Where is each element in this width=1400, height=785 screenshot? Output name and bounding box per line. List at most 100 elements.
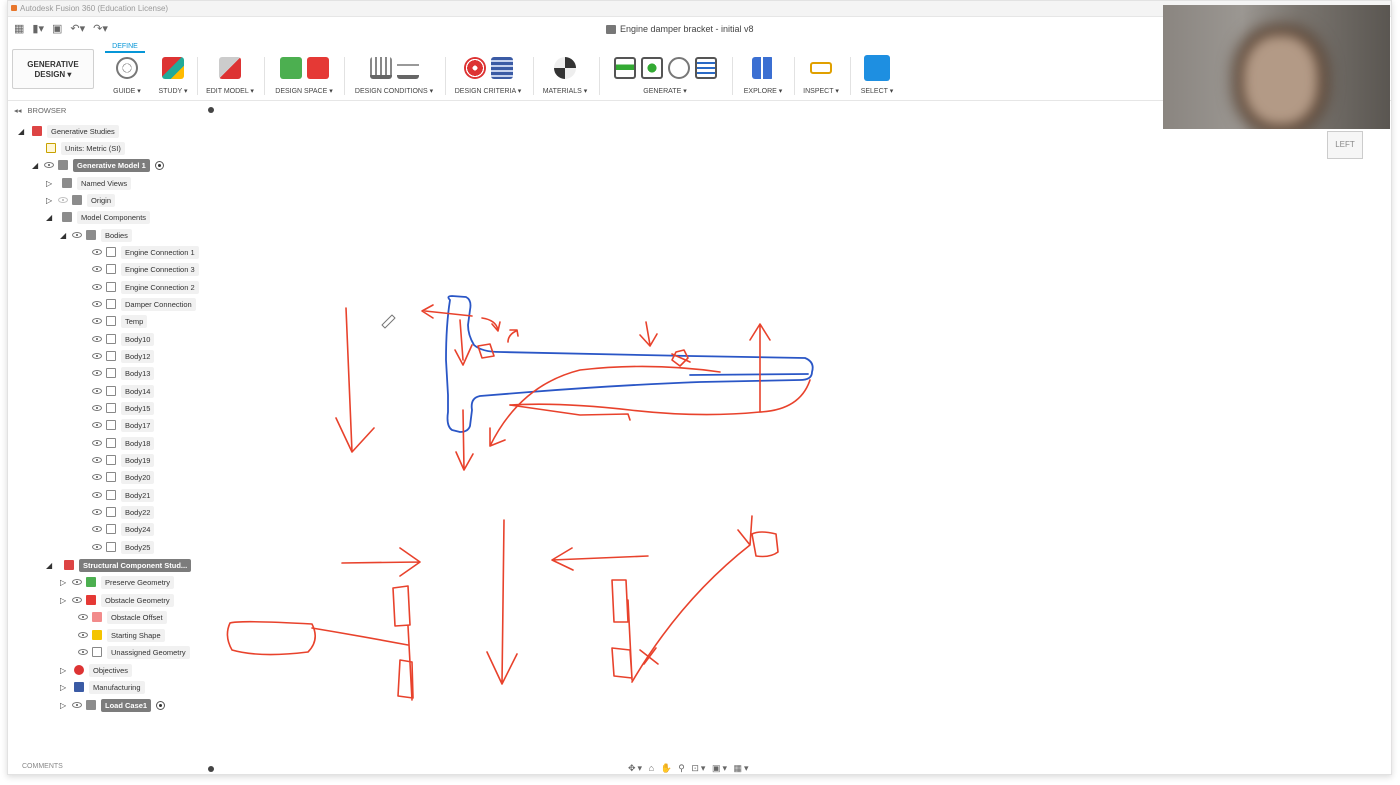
preserve-geometry-icon[interactable] [279, 57, 302, 79]
visibility-eye-icon[interactable] [92, 301, 102, 307]
visibility-eye-icon[interactable] [92, 544, 102, 550]
comments-pin-icon[interactable] [208, 766, 214, 772]
visibility-eye-icon[interactable] [92, 336, 102, 342]
look-at-icon[interactable]: ⌂ [649, 763, 656, 773]
collapse-arrow-icon[interactable]: ▷ [60, 683, 68, 692]
objectives-icon[interactable] [463, 57, 486, 79]
tree-node-body[interactable]: Body13 [88, 366, 155, 380]
tree-node-body[interactable]: Engine Connection 3 [88, 262, 199, 276]
display-settings-icon[interactable]: ▣▾ [712, 763, 729, 773]
visibility-eye-icon[interactable] [44, 162, 54, 168]
browser-pin-icon[interactable] [208, 107, 214, 113]
tree-node-preserve-geometry[interactable]: ▷ Preserve Geometry [60, 575, 175, 589]
activate-radio-icon[interactable] [154, 160, 164, 170]
view-cube[interactable]: LEFT [1327, 131, 1363, 159]
expand-arrow-icon[interactable]: ◢ [18, 127, 26, 136]
collapse-arrow-icon[interactable]: ▷ [60, 666, 68, 675]
visibility-eye-icon[interactable] [92, 405, 102, 411]
tree-node-objectives[interactable]: ▷ Objectives [60, 663, 133, 677]
tree-node-obstacle-offset[interactable]: Obstacle Offset [74, 610, 167, 624]
visibility-eye-icon[interactable] [72, 702, 82, 708]
select-group[interactable]: SELECT ▾ [854, 53, 900, 99]
obstacle-geometry-icon[interactable] [306, 57, 329, 79]
visibility-eye-icon[interactable] [78, 632, 88, 638]
measure-icon[interactable] [810, 62, 832, 74]
grid-settings-icon[interactable]: ▦▾ [734, 763, 751, 773]
expand-arrow-icon[interactable]: ◢ [32, 161, 40, 170]
comments-panel[interactable]: COMMENTS [8, 763, 223, 775]
inspect-group[interactable]: INSPECT ▾ [796, 53, 846, 99]
visibility-eye-icon[interactable] [92, 526, 102, 532]
pan-icon[interactable]: ✋ [661, 763, 674, 773]
fit-icon[interactable]: ⊡▾ [691, 763, 707, 773]
visibility-eye-icon[interactable] [92, 284, 102, 290]
study-group[interactable]: STUDY ▾ [153, 53, 193, 99]
tree-node-body[interactable]: Body22 [88, 505, 155, 519]
activate-radio-icon[interactable] [156, 700, 166, 710]
tree-node-manufacturing[interactable]: ▷ Manufacturing [60, 680, 145, 694]
edit-model-icon[interactable] [219, 57, 241, 79]
tree-node-body[interactable]: Body12 [88, 349, 155, 363]
tree-node-structural-study[interactable]: ◢ Structural Component Stud... [46, 558, 192, 572]
undo-icon[interactable]: ↶▾ [70, 22, 85, 35]
file-menu-icon[interactable]: ▮▾ [32, 22, 44, 35]
manufacturing-icon[interactable] [490, 57, 513, 79]
visibility-eye-icon[interactable] [92, 353, 102, 359]
tree-node-unassigned-geometry[interactable]: Unassigned Geometry [74, 645, 190, 659]
visibility-eye-icon[interactable] [92, 440, 102, 446]
visibility-eye-icon[interactable] [92, 492, 102, 498]
generate-group[interactable]: GENERATE ▾ [602, 53, 728, 99]
design-criteria-group[interactable]: DESIGN CRITERIA ▾ [448, 53, 528, 99]
tree-node-body[interactable]: Body14 [88, 384, 155, 398]
tree-node-body[interactable]: Body24 [88, 522, 155, 536]
tree-node-bodies[interactable]: ◢ Bodies [60, 228, 132, 242]
visibility-eye-icon[interactable] [92, 422, 102, 428]
data-panel-grid-icon[interactable]: ▦ [14, 22, 24, 35]
select-cursor-icon[interactable] [864, 55, 890, 81]
generate-icon[interactable] [640, 57, 663, 79]
explore-group[interactable]: EXPLORE ▾ [736, 53, 790, 99]
visibility-eye-icon[interactable] [92, 474, 102, 480]
tree-node-body[interactable]: Temp [88, 314, 148, 328]
explore-icon[interactable] [752, 57, 774, 79]
tree-node-body[interactable]: Engine Connection 2 [88, 280, 199, 294]
collapse-arrow-icon[interactable]: ▷ [60, 701, 68, 710]
tree-node-origin[interactable]: ▷ Origin [46, 193, 116, 207]
tree-node-body[interactable]: Engine Connection 1 [88, 245, 199, 259]
collapse-arrow-icon[interactable]: ▷ [46, 179, 54, 188]
redo-icon[interactable]: ↷▾ [93, 22, 108, 35]
pre-check-icon[interactable] [613, 57, 636, 79]
sync-icon[interactable] [667, 57, 690, 79]
visibility-eye-icon[interactable] [92, 370, 102, 376]
visibility-eye-icon[interactable] [92, 266, 102, 272]
visibility-eye-icon[interactable] [78, 649, 88, 655]
visibility-eye-icon[interactable] [92, 457, 102, 463]
tree-node-units[interactable]: Units: Metric (SI) [46, 141, 125, 155]
zoom-icon[interactable]: ⚲ [678, 763, 687, 773]
tree-node-body[interactable]: Body21 [88, 488, 155, 502]
tree-node-obstacle-geometry[interactable]: ▷ Obstacle Geometry [60, 593, 174, 607]
materials-icon[interactable] [554, 57, 576, 79]
tree-node-generative-model[interactable]: ◢ Generative Model 1 [32, 158, 164, 172]
tree-node-body[interactable]: Body25 [88, 540, 155, 554]
collapse-arrow-icon[interactable]: ▷ [60, 578, 68, 587]
visibility-eye-icon[interactable] [72, 579, 82, 585]
tree-node-generative-studies[interactable]: ◢ Generative Studies [18, 124, 119, 138]
visibility-eye-icon[interactable] [72, 232, 82, 238]
tree-node-body[interactable]: Body19 [88, 453, 155, 467]
workspace-switcher[interactable]: GENERATIVE DESIGN ▾ [12, 49, 94, 89]
visibility-eye-icon[interactable] [92, 509, 102, 515]
structural-load-icon[interactable] [396, 57, 419, 79]
tree-node-body[interactable]: Body17 [88, 418, 155, 432]
tree-node-body[interactable]: Body10 [88, 332, 155, 346]
guide-group[interactable]: GUIDE ▾ [102, 53, 152, 99]
guide-icon[interactable] [116, 57, 138, 79]
structural-constraint-icon[interactable] [369, 57, 392, 79]
tree-node-body[interactable]: Body18 [88, 436, 155, 450]
design-space-group[interactable]: DESIGN SPACE ▾ [268, 53, 340, 99]
expand-arrow-icon[interactable]: ◢ [46, 213, 54, 222]
generate-list-icon[interactable] [694, 57, 717, 79]
orbit-icon[interactable]: ✥▾ [628, 763, 644, 773]
expand-arrow-icon[interactable]: ◢ [46, 561, 54, 570]
design-conditions-group[interactable]: DESIGN CONDITIONS ▾ [348, 53, 440, 99]
